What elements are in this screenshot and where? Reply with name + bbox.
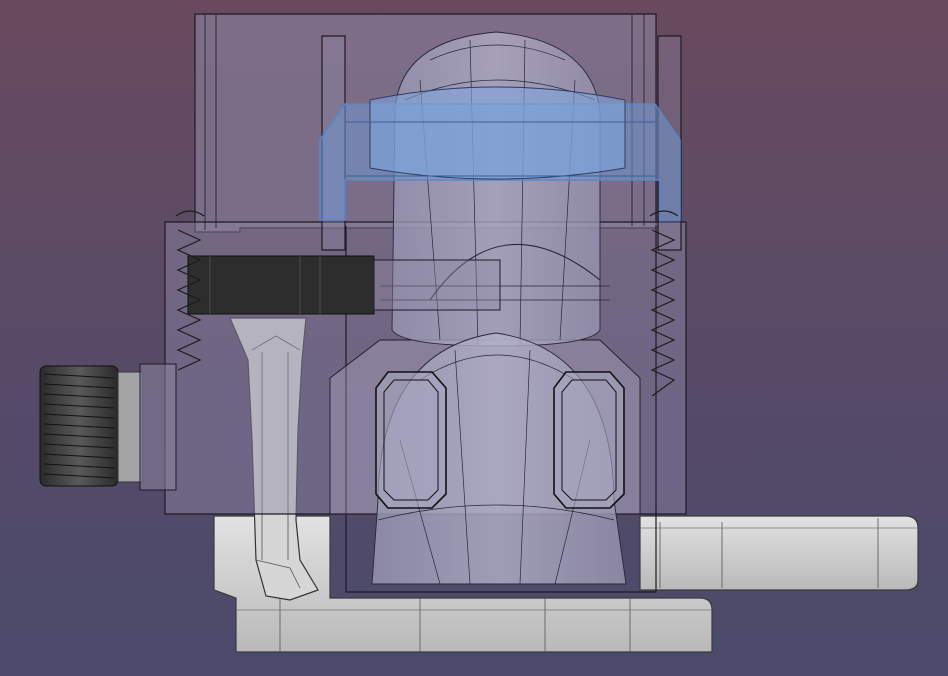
dark-shaft[interactable] <box>187 255 501 315</box>
right-arm[interactable] <box>639 515 919 591</box>
right-window <box>553 371 625 509</box>
cad-model-scene[interactable] <box>0 0 948 676</box>
left-window <box>375 371 447 509</box>
cad-viewport[interactable] <box>0 0 948 676</box>
threaded-fitting[interactable] <box>39 363 177 491</box>
